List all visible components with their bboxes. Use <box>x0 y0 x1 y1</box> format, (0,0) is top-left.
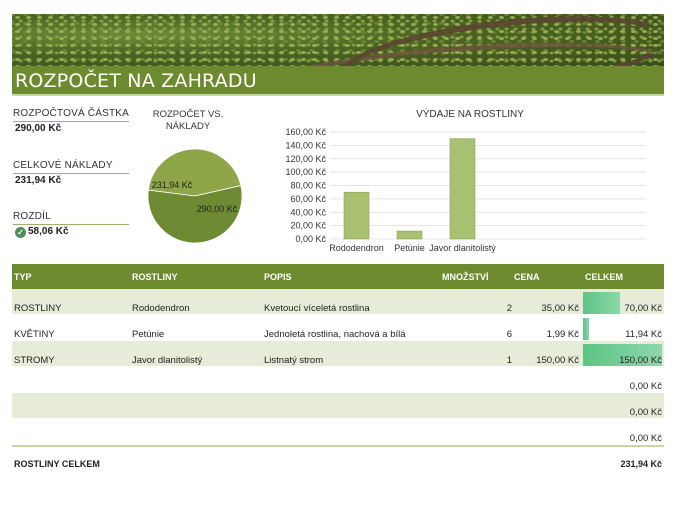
pie-chart[interactable]: 231,94 Kč 290,00 Kč <box>145 146 245 246</box>
header-celkem[interactable]: CELKEM <box>585 272 623 282</box>
pie-data-label: 290,00 Kč <box>197 204 238 214</box>
difference-value-row[interactable]: ✓ 58,06 Kč <box>15 226 69 238</box>
total-label: ROSTLINY CELKEM <box>14 459 100 469</box>
cell-celkem[interactable]: 0,00 Kč <box>630 433 662 444</box>
cell-cena[interactable]: 35,00 Kč <box>542 303 580 314</box>
cost-value[interactable]: 231,94 Kč <box>15 175 61 186</box>
table-row: 0,00 Kč <box>12 419 664 445</box>
header-banner-image <box>12 14 664 66</box>
cell-cena[interactable]: 150,00 Kč <box>536 355 579 366</box>
difference-value: 58,06 Kč <box>28 226 69 237</box>
table-body: ROSTLINY Rododendron Kvetoucí víceletá ros… <box>12 289 664 445</box>
cell-rostliny[interactable]: Petúnie <box>132 329 164 340</box>
cost-label: CELKOVÉ NÁKLADY <box>13 160 129 174</box>
pie-data-label: 231,94 Kč <box>152 180 193 190</box>
y-tick-label: 20,00 Kč <box>290 221 326 231</box>
table-row: KVĚTINY Petúnie Jednoletá rostlina, nachov… <box>12 315 664 341</box>
difference-label: ROZDÍL <box>13 211 129 225</box>
checkmark-icon: ✓ <box>15 227 26 238</box>
x-category-label: Rododendron <box>329 243 384 253</box>
header-popis[interactable]: POPIS <box>264 272 292 282</box>
cell-celkem[interactable]: 150,00 Kč <box>619 355 662 366</box>
page-title: ROZPOČET NA ZAHRADU <box>15 70 257 92</box>
bar-0[interactable] <box>343 191 370 240</box>
bar-chart-title: VÝDAJE NA ROSTLINY <box>416 109 524 120</box>
y-tick-label: 120,00 Kč <box>285 154 326 164</box>
total-row: ROSTLINY CELKEM 231,94 Kč <box>12 445 664 469</box>
header-rostliny[interactable]: ROSTLINY <box>132 272 178 282</box>
cell-cena[interactable]: 1,99 Kč <box>547 329 579 340</box>
y-tick-label: 140,00 Kč <box>285 140 326 150</box>
cell-celkem[interactable]: 70,00 Kč <box>625 303 663 314</box>
cell-typ[interactable]: KVĚTINY <box>14 329 55 340</box>
cell-mnozstvi[interactable]: 6 <box>507 329 512 340</box>
cell-rostliny[interactable]: Javor dlanitolistý <box>132 355 202 366</box>
y-tick-label: 80,00 Kč <box>290 181 326 191</box>
cell-typ[interactable]: ROSTLINY <box>14 303 62 314</box>
y-tick-label: 40,00 Kč <box>290 207 326 217</box>
cell-mnozstvi[interactable]: 2 <box>507 303 512 314</box>
y-tick-label: 160,00 Kč <box>285 127 326 137</box>
y-tick-label: 100,00 Kč <box>285 167 326 177</box>
cell-rostliny[interactable]: Rododendron <box>132 303 190 314</box>
table-row: 0,00 Kč <box>12 393 664 419</box>
pie-chart-title: ROZPOČET VS. NÁKLADY <box>152 109 224 132</box>
table-row: 0,00 Kč <box>12 367 664 393</box>
cell-celkem[interactable]: 0,00 Kč <box>630 381 662 392</box>
cell-popis[interactable]: Listnatý strom <box>264 355 323 366</box>
title-bar: ROZPOČET NA ZAHRADU <box>12 66 664 96</box>
cell-celkem[interactable]: 11,94 Kč <box>625 329 662 340</box>
y-tick-label: 0,00 Kč <box>295 234 326 244</box>
bar-1[interactable] <box>396 230 423 240</box>
cell-celkem[interactable]: 0,00 Kč <box>630 407 662 418</box>
header-cena[interactable]: CENA <box>514 272 540 282</box>
cell-mnozstvi[interactable]: 1 <box>507 355 512 366</box>
cell-typ[interactable]: STROMY <box>14 355 55 366</box>
total-value[interactable]: 231,94 Kč <box>620 459 662 469</box>
table-row: ROSTLINY Rododendron Kvetoucí víceletá ros… <box>12 289 664 315</box>
data-bar <box>583 318 589 340</box>
bar-2[interactable] <box>449 138 476 240</box>
table-header: TYP ROSTLINY POPIS MNOŽSTVÍ CENA CELKEM <box>12 264 664 289</box>
budget-table: TYP ROSTLINY POPIS MNOŽSTVÍ CENA CELKEM … <box>12 264 664 469</box>
data-bar <box>583 292 620 314</box>
budget-label: ROZPOČTOVÁ ČÁSTKA <box>13 108 129 122</box>
y-tick-label: 60,00 Kč <box>290 194 326 204</box>
header-typ[interactable]: TYP <box>14 272 32 282</box>
budget-value[interactable]: 290,00 Kč <box>15 123 61 134</box>
x-category-label: Petúnie <box>394 243 425 253</box>
cell-popis[interactable]: Jednoletá rostlina, nachová a bílá <box>264 329 406 340</box>
header-mnozstvi[interactable]: MNOŽSTVÍ <box>442 272 489 282</box>
bar-chart[interactable]: 0,00 Kč 20,00 Kč 40,00 Kč 60,00 Kč 80,00 Kč 1… <box>268 122 658 262</box>
x-category-label: Javor dlanitolistý <box>429 243 496 253</box>
table-row: STROMY Javor dlanitolistý Listnatý strom 1 1… <box>12 341 664 367</box>
cell-popis[interactable]: Kvetoucí víceletá rostlina <box>264 303 370 314</box>
